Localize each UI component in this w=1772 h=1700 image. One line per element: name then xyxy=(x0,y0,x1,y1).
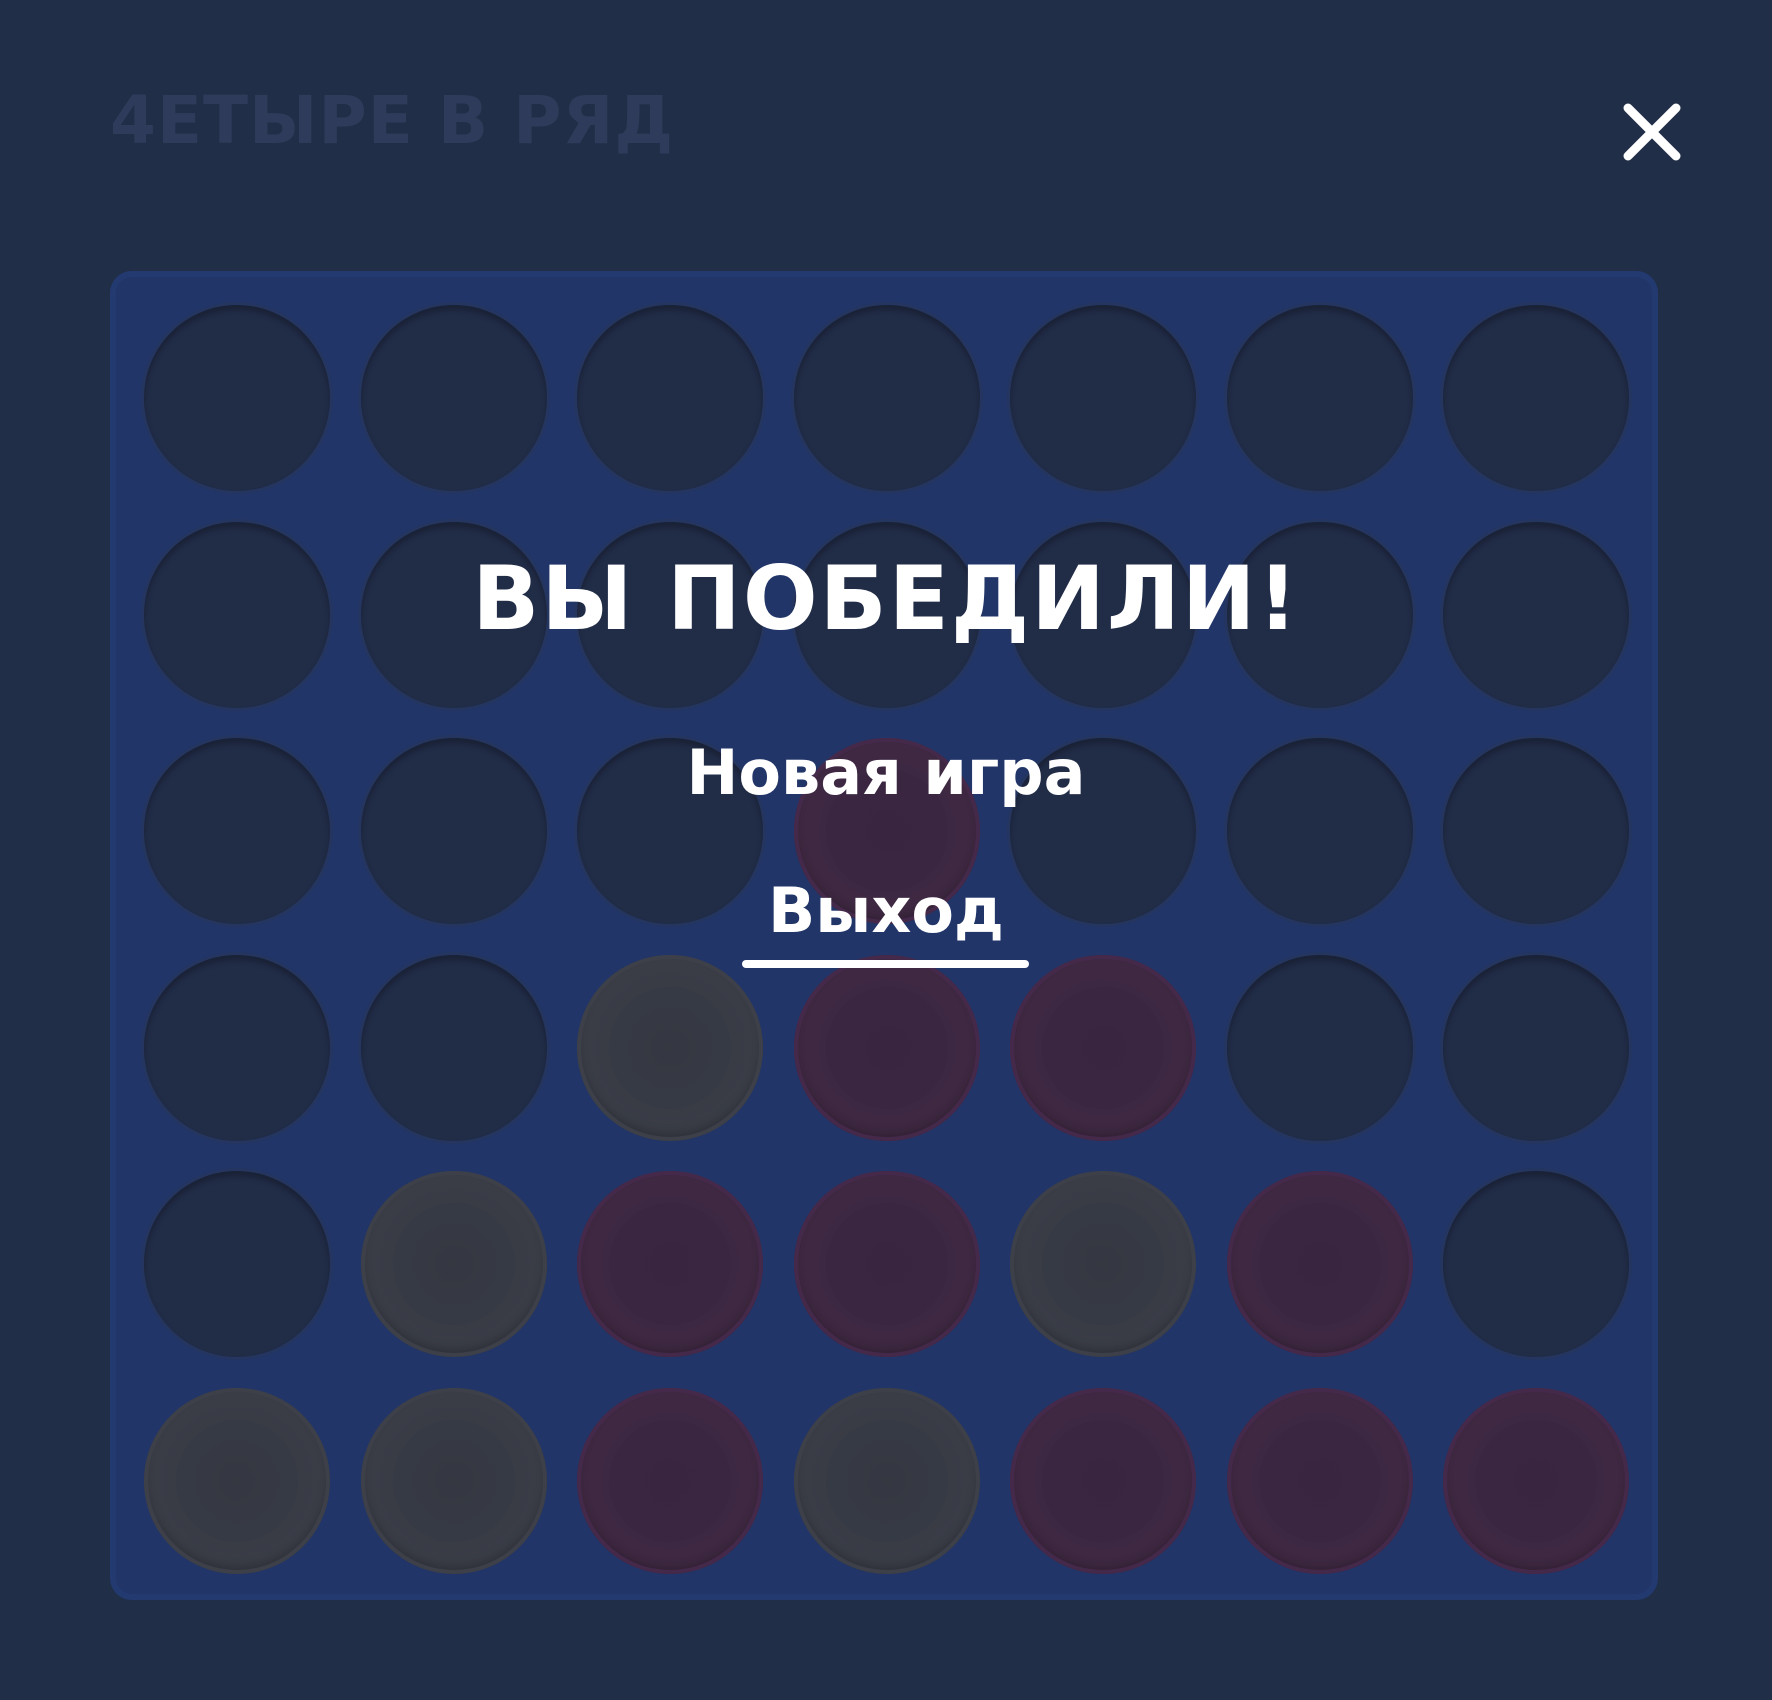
exit-button[interactable]: Выход xyxy=(0,880,1772,942)
exit-underline xyxy=(742,960,1029,968)
new-game-button[interactable]: Новая игра xyxy=(0,742,1772,804)
game-screen: 4ЕТЫРЕ В РЯД ВЫ ПОБЕДИЛИ! Новая игра Вых… xyxy=(0,0,1772,1700)
result-title: ВЫ ПОБЕДИЛИ! xyxy=(472,547,1300,650)
win-dialog: ВЫ ПОБЕДИЛИ! Новая игра Выход xyxy=(0,0,1772,1700)
